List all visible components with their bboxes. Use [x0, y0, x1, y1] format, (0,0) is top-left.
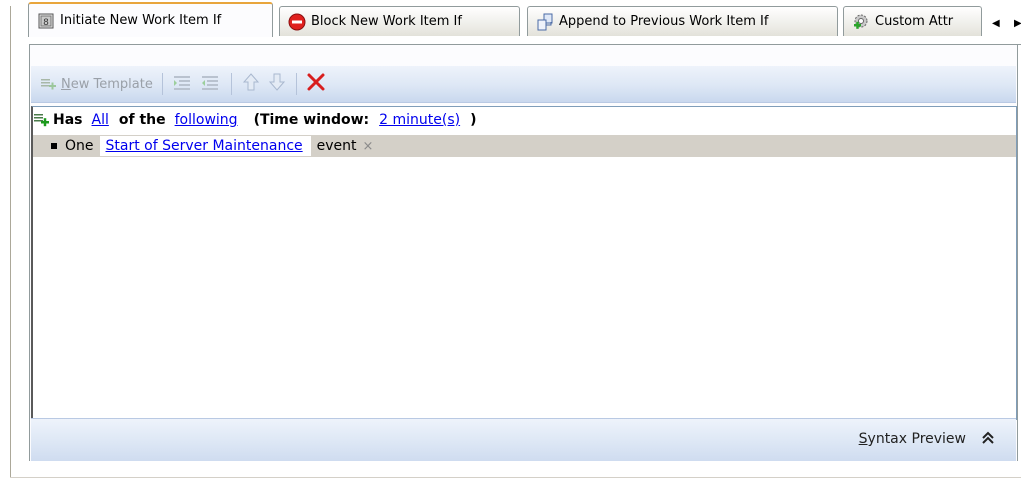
rule-header-row: Has All of the following (Time window: 2…: [33, 110, 477, 130]
syntax-preview-label: yntax Preview: [867, 431, 966, 447]
indent-increase-button[interactable]: [169, 71, 197, 97]
event-suffix-text: event: [316, 138, 357, 154]
bullet-icon: [51, 143, 57, 149]
new-template-mnemonic: N: [61, 76, 71, 92]
toolbar-separator: [295, 73, 297, 95]
tab-initiate-new-work-item[interactable]: 8 Initiate New Work Item If: [28, 2, 273, 37]
new-template-label: ew Template: [70, 76, 153, 92]
add-condition-icon[interactable]: [33, 112, 51, 128]
time-window-value-link[interactable]: 2 minute(s): [379, 112, 460, 128]
tab-scroll-arrows: ◀ ▶: [986, 14, 1021, 36]
rule-doc-icon: 8: [37, 12, 55, 30]
new-template-icon: [40, 76, 58, 92]
block-circle-icon: [288, 13, 306, 31]
window-frame-bottom: [10, 477, 1021, 478]
tab-custom-attr[interactable]: Custom Attr: [843, 6, 982, 36]
indent-decrease-button[interactable]: [197, 71, 225, 97]
svg-text:8: 8: [43, 18, 49, 28]
indent-increase-icon: [172, 73, 194, 95]
quantifier-link[interactable]: All: [92, 112, 109, 128]
syntax-preview-toggle[interactable]: Syntax Preview: [859, 431, 966, 447]
item-count-text: One: [65, 138, 94, 154]
toolbar-separator: [161, 73, 163, 95]
syntax-preview-mnemonic: S: [858, 431, 868, 447]
move-up-button[interactable]: [238, 71, 264, 97]
window-frame-left: [10, 6, 11, 478]
delete-icon: [306, 72, 326, 96]
tab-scroll-left-icon[interactable]: ◀: [992, 18, 1000, 29]
tab-label: Custom Attr: [875, 14, 954, 29]
has-keyword: Has: [53, 112, 83, 128]
syntax-preview-bar: Syntax Preview: [31, 418, 1016, 461]
gear-plus-icon: [852, 13, 870, 31]
time-window-label: (Time window:: [253, 112, 370, 128]
toolbar-separator: [230, 73, 232, 95]
double-up-chevron-icon[interactable]: [980, 429, 996, 447]
condition-row[interactable]: One Start of Server Maintenance event ×: [33, 135, 1016, 157]
remove-condition-icon[interactable]: ×: [363, 139, 374, 154]
move-down-icon: [267, 72, 287, 96]
move-up-icon: [241, 72, 261, 96]
toolbar: New Template: [31, 66, 1016, 103]
following-link[interactable]: following: [175, 112, 238, 128]
move-down-button[interactable]: [264, 71, 290, 97]
event-name-link[interactable]: Start of Server Maintenance: [99, 136, 311, 156]
append-docs-icon: [536, 13, 554, 31]
tab-label: Block New Work Item If: [311, 14, 462, 29]
tab-scroll-right-icon[interactable]: ▶: [1014, 18, 1021, 29]
tab-append-to-previous-work-item[interactable]: Append to Previous Work Item If: [527, 6, 838, 36]
delete-button[interactable]: [303, 71, 329, 97]
of-the-text: of the: [118, 112, 166, 128]
tab-label: Append to Previous Work Item If: [559, 14, 769, 29]
indent-decrease-icon: [200, 73, 222, 95]
tab-block-new-work-item[interactable]: Block New Work Item If: [279, 6, 520, 36]
tab-label: Initiate New Work Item If: [60, 13, 222, 28]
rule-editor[interactable]: Has All of the following (Time window: 2…: [31, 106, 1017, 420]
close-paren: ): [470, 112, 477, 128]
new-template-button[interactable]: New Template: [37, 71, 156, 97]
